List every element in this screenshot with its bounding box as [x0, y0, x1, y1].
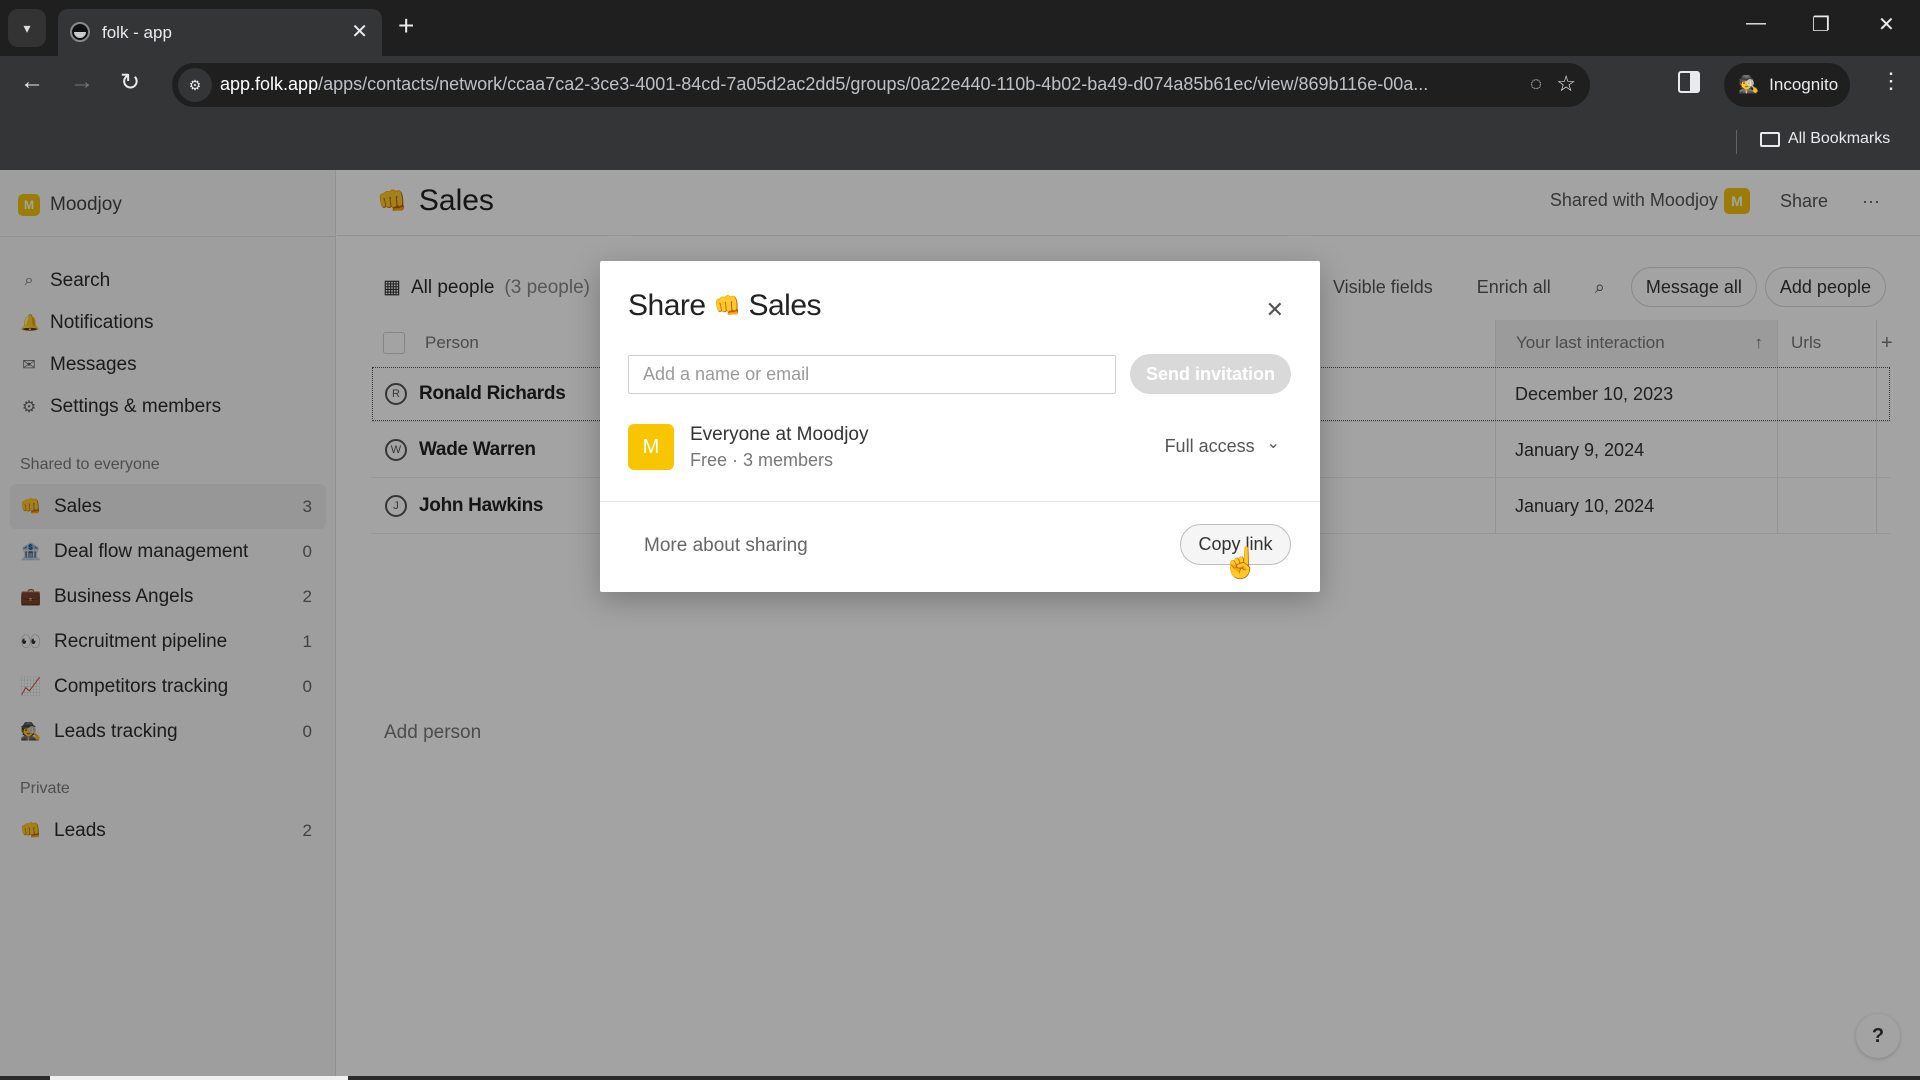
- incognito-icon: 🕵: [1738, 75, 1760, 94]
- access-level-label: Full access: [1164, 436, 1255, 456]
- dialog-divider: [600, 501, 1320, 502]
- forward-icon[interactable]: →: [70, 68, 94, 96]
- member-row: M Everyone at Moodjoy Free · 3 members F…: [628, 424, 1292, 470]
- restore-icon[interactable]: ❐: [1812, 12, 1830, 37]
- share-dialog: Share 👊 Sales ✕ Send invitation M Everyo…: [600, 261, 1320, 592]
- close-tab-icon[interactable]: ✕: [351, 19, 368, 44]
- group-emoji-icon: 👊: [713, 293, 741, 318]
- send-invitation-button[interactable]: Send invitation: [1130, 354, 1291, 394]
- video-progress-fill: [50, 1076, 348, 1080]
- minimize-icon[interactable]: —: [1746, 12, 1766, 35]
- video-progress-bar[interactable]: [0, 1076, 1920, 1080]
- incognito-badge[interactable]: 🕵 Incognito: [1724, 63, 1850, 107]
- avatar: M: [628, 424, 674, 470]
- new-tab-button[interactable]: +: [398, 10, 414, 42]
- tab-strip: ▾ folk - app ✕ + — ❐ ✕: [0, 0, 1920, 56]
- all-bookmarks-label: All Bookmarks: [1788, 130, 1891, 147]
- incognito-label: Incognito: [1769, 75, 1839, 94]
- copy-link-button[interactable]: Copy link: [1180, 524, 1291, 565]
- browser-tab[interactable]: folk - app ✕: [58, 9, 382, 56]
- address-bar[interactable]: ⚙ app.folk.app/apps/contacts/network/cca…: [172, 63, 1590, 107]
- site-info-icon[interactable]: ⚙: [178, 68, 212, 102]
- browser-chrome: ▾ folk - app ✕ + — ❐ ✕ ← → ↻ ⚙ app.folk.…: [0, 0, 1920, 170]
- url-text[interactable]: app.folk.app/apps/contacts/network/ccaa7…: [220, 74, 1520, 95]
- reload-icon[interactable]: ↻: [120, 68, 140, 97]
- window-close-icon[interactable]: ✕: [1878, 12, 1895, 37]
- member-subtitle: Free · 3 members: [690, 450, 834, 470]
- favicon-icon: [70, 22, 90, 42]
- browser-toolbar: ← → ↻ ⚙ app.folk.app/apps/contacts/netwo…: [0, 56, 1920, 114]
- access-level-dropdown[interactable]: Full access ⌄: [1164, 434, 1280, 457]
- side-panel-icon[interactable]: [1678, 71, 1700, 93]
- folder-icon: [1760, 131, 1780, 147]
- tab-title: folk - app: [102, 23, 172, 42]
- back-icon[interactable]: ←: [20, 68, 44, 96]
- eye-off-icon[interactable]: ◌: [1530, 73, 1542, 96]
- tab-search-button[interactable]: ▾: [8, 9, 46, 47]
- bookmarks-divider: [1736, 130, 1737, 154]
- dialog-title: Share 👊 Sales: [628, 289, 822, 322]
- all-bookmarks-button[interactable]: All Bookmarks: [1760, 130, 1890, 148]
- star-icon[interactable]: ☆: [1556, 71, 1576, 97]
- member-name: Everyone at Moodjoy: [690, 424, 869, 445]
- close-icon[interactable]: ✕: [1266, 297, 1284, 323]
- chevron-down-icon: ▾: [23, 19, 31, 36]
- invite-email-input[interactable]: [628, 355, 1116, 394]
- bookmarks-bar: All Bookmarks: [0, 114, 1920, 170]
- browser-menu-icon[interactable]: ⋮: [1880, 70, 1902, 92]
- chevron-down-icon: ⌄: [1266, 434, 1280, 452]
- more-about-sharing-link[interactable]: More about sharing: [644, 535, 808, 557]
